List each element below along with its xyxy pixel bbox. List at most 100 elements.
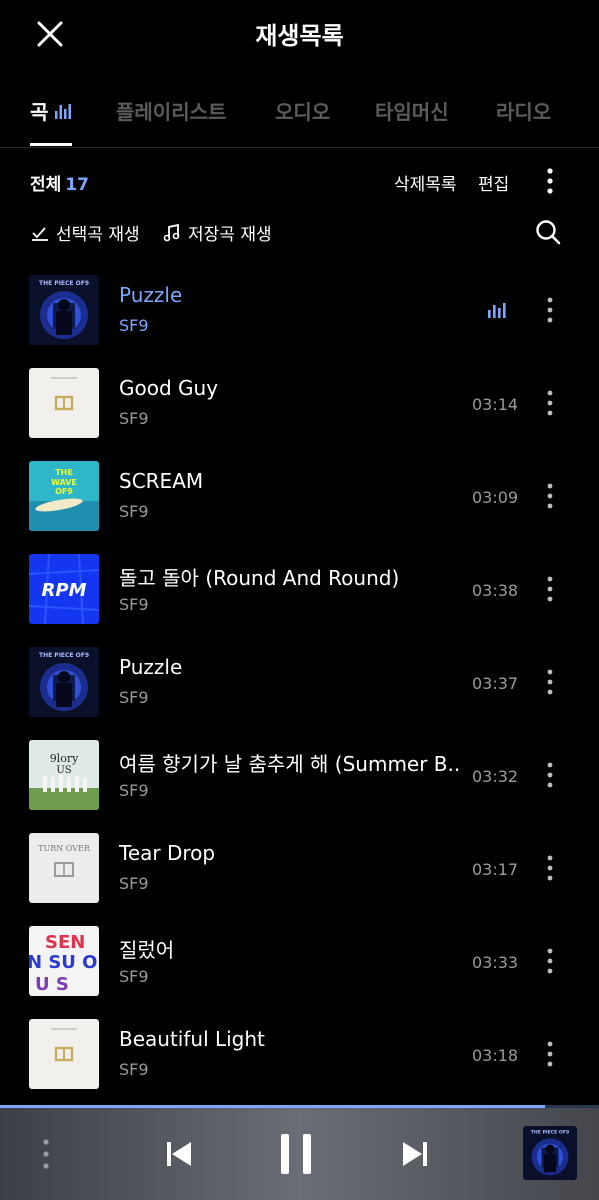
album-art-image (29, 368, 99, 438)
header: 재생목록 (0, 0, 599, 68)
track-row[interactable]: Good Guy SF9 03:14 (0, 368, 599, 461)
album-art-image: SEN N SU O U S (29, 926, 99, 996)
track-title: Beautiful Light (119, 1027, 265, 1051)
svg-text:N SU O: N SU O (29, 952, 97, 973)
more-vertical-icon (547, 576, 553, 602)
track-row[interactable]: SEN N SU O U S 질렀어 SF9 03:33 (0, 926, 599, 1019)
list-toolbar: 전체 17 삭제목록 편집 (0, 164, 599, 198)
track-more-button[interactable] (538, 295, 562, 325)
tab-songs[interactable]: 곡 (30, 96, 72, 125)
album-art: RPM (29, 554, 99, 624)
album-art-image (29, 1019, 99, 1089)
album-art-image: 9lory US (29, 740, 99, 810)
tab-radio[interactable]: 라디오 (496, 96, 551, 125)
track-more-button[interactable] (538, 574, 562, 604)
track-more-button[interactable] (538, 946, 562, 976)
more-vertical-icon (547, 948, 553, 974)
play-actions: 선택곡 재생 저장곡 재생 (0, 214, 599, 250)
tab-playlist[interactable]: 플레이리스트 (116, 96, 226, 125)
player-more-button[interactable] (34, 1134, 58, 1174)
track-artist: SF9 (119, 781, 149, 800)
search-button[interactable] (534, 218, 562, 246)
svg-text:THE PIECE OF9: THE PIECE OF9 (531, 1130, 569, 1136)
svg-text:THE: THE (55, 468, 73, 477)
svg-text:THE PIECE OF9: THE PIECE OF9 (39, 652, 89, 659)
search-icon (536, 220, 561, 245)
track-more-button[interactable] (538, 388, 562, 418)
more-vertical-icon (547, 483, 553, 509)
svg-text:SEN: SEN (45, 932, 85, 953)
track-duration: 03:33 (472, 953, 519, 972)
track-artist: SF9 (119, 688, 149, 707)
check-play-icon (32, 226, 48, 241)
now-playing-equalizer-icon (487, 302, 507, 318)
more-vertical-icon (547, 762, 553, 788)
tab-audio[interactable]: 오디오 (275, 96, 330, 125)
more-vertical-icon (43, 1139, 49, 1169)
track-title: Tear Drop (119, 841, 216, 865)
svg-text:TURN OVER: TURN OVER (38, 844, 91, 853)
track-row[interactable]: THE PIECE OF9 Puzzle SF9 (0, 275, 599, 368)
total-count-value: 17 (65, 175, 89, 195)
album-art: SEN N SU O U S (29, 926, 99, 996)
track-duration: 03:37 (472, 674, 519, 693)
next-button[interactable] (394, 1134, 434, 1174)
track-row[interactable]: THE WAVE OF9 SCREAM SF9 03:09 (0, 461, 599, 554)
track-duration: 03:09 (472, 488, 519, 507)
play-saved-label: 저장곡 재생 (188, 225, 272, 245)
track-more-button[interactable] (538, 1039, 562, 1069)
album-art: TURN OVER (29, 833, 99, 903)
track-more-button[interactable] (538, 481, 562, 511)
more-vertical-icon (547, 168, 553, 194)
track-title: 돌고 돌아 (Round And Round) (119, 566, 400, 590)
track-artist: SF9 (119, 316, 149, 335)
album-art-image: THE WAVE OF9 (29, 461, 99, 531)
track-title: Puzzle (119, 283, 183, 307)
edit-button[interactable]: 편집 (478, 170, 509, 195)
equalizer-icon (55, 103, 72, 119)
play-selected-button[interactable]: 선택곡 재생 (30, 220, 140, 245)
play-selected-label: 선택곡 재생 (56, 225, 140, 245)
play-saved-button[interactable]: 저장곡 재생 (162, 220, 272, 245)
svg-text:9lory: 9lory (50, 752, 79, 765)
album-art (29, 1019, 99, 1089)
svg-text:RPM: RPM (42, 580, 87, 601)
svg-text:U S: U S (35, 974, 69, 995)
active-tab-indicator (30, 143, 72, 146)
more-vertical-icon (547, 669, 553, 695)
more-vertical-icon (547, 1041, 553, 1067)
skip-next-icon (403, 1142, 427, 1166)
more-options-button[interactable] (537, 166, 563, 196)
album-art: THE PIECE OF9 (29, 647, 99, 717)
now-playing-album-art[interactable]: THE PIECE OF9 (523, 1126, 577, 1180)
tab-songs-label: 곡 (30, 100, 49, 124)
track-artist: SF9 (119, 967, 149, 986)
track-duration: 03:38 (472, 581, 519, 600)
track-title: Good Guy (119, 376, 219, 400)
track-artist: SF9 (119, 1060, 149, 1079)
more-vertical-icon (547, 855, 553, 881)
track-duration: 03:17 (472, 860, 519, 879)
deleted-list-button[interactable]: 삭제목록 (394, 170, 457, 195)
track-row[interactable]: RPM 돌고 돌아 (Round And Round) SF9 03:38 (0, 554, 599, 647)
svg-text:US: US (56, 765, 71, 776)
track-row[interactable]: 9lory US 여름 향기가 날 춤추게 해 (Summer B.. SF9 03… (0, 740, 599, 833)
album-art-image: THE PIECE OF9 (29, 647, 99, 717)
track-more-button[interactable] (538, 760, 562, 790)
track-more-button[interactable] (538, 853, 562, 883)
track-duration: 03:32 (472, 767, 519, 786)
previous-button[interactable] (160, 1134, 200, 1174)
pause-button[interactable] (274, 1130, 318, 1178)
track-artist: SF9 (119, 595, 149, 614)
svg-text:OF9: OF9 (55, 487, 73, 496)
pause-icon (281, 1134, 311, 1174)
album-art-image: TURN OVER (29, 833, 99, 903)
album-art: 9lory US (29, 740, 99, 810)
track-title: 질렀어 (119, 938, 175, 962)
track-row[interactable]: Beautiful Light SF9 03:18 (0, 1019, 599, 1112)
tab-timemachine[interactable]: 타임머신 (375, 96, 449, 125)
track-row[interactable]: THE PIECE OF9 Puzzle SF9 03:37 (0, 647, 599, 740)
track-row[interactable]: TURN OVER Tear Drop SF9 03:17 (0, 833, 599, 926)
track-artist: SF9 (119, 409, 149, 428)
track-more-button[interactable] (538, 667, 562, 697)
